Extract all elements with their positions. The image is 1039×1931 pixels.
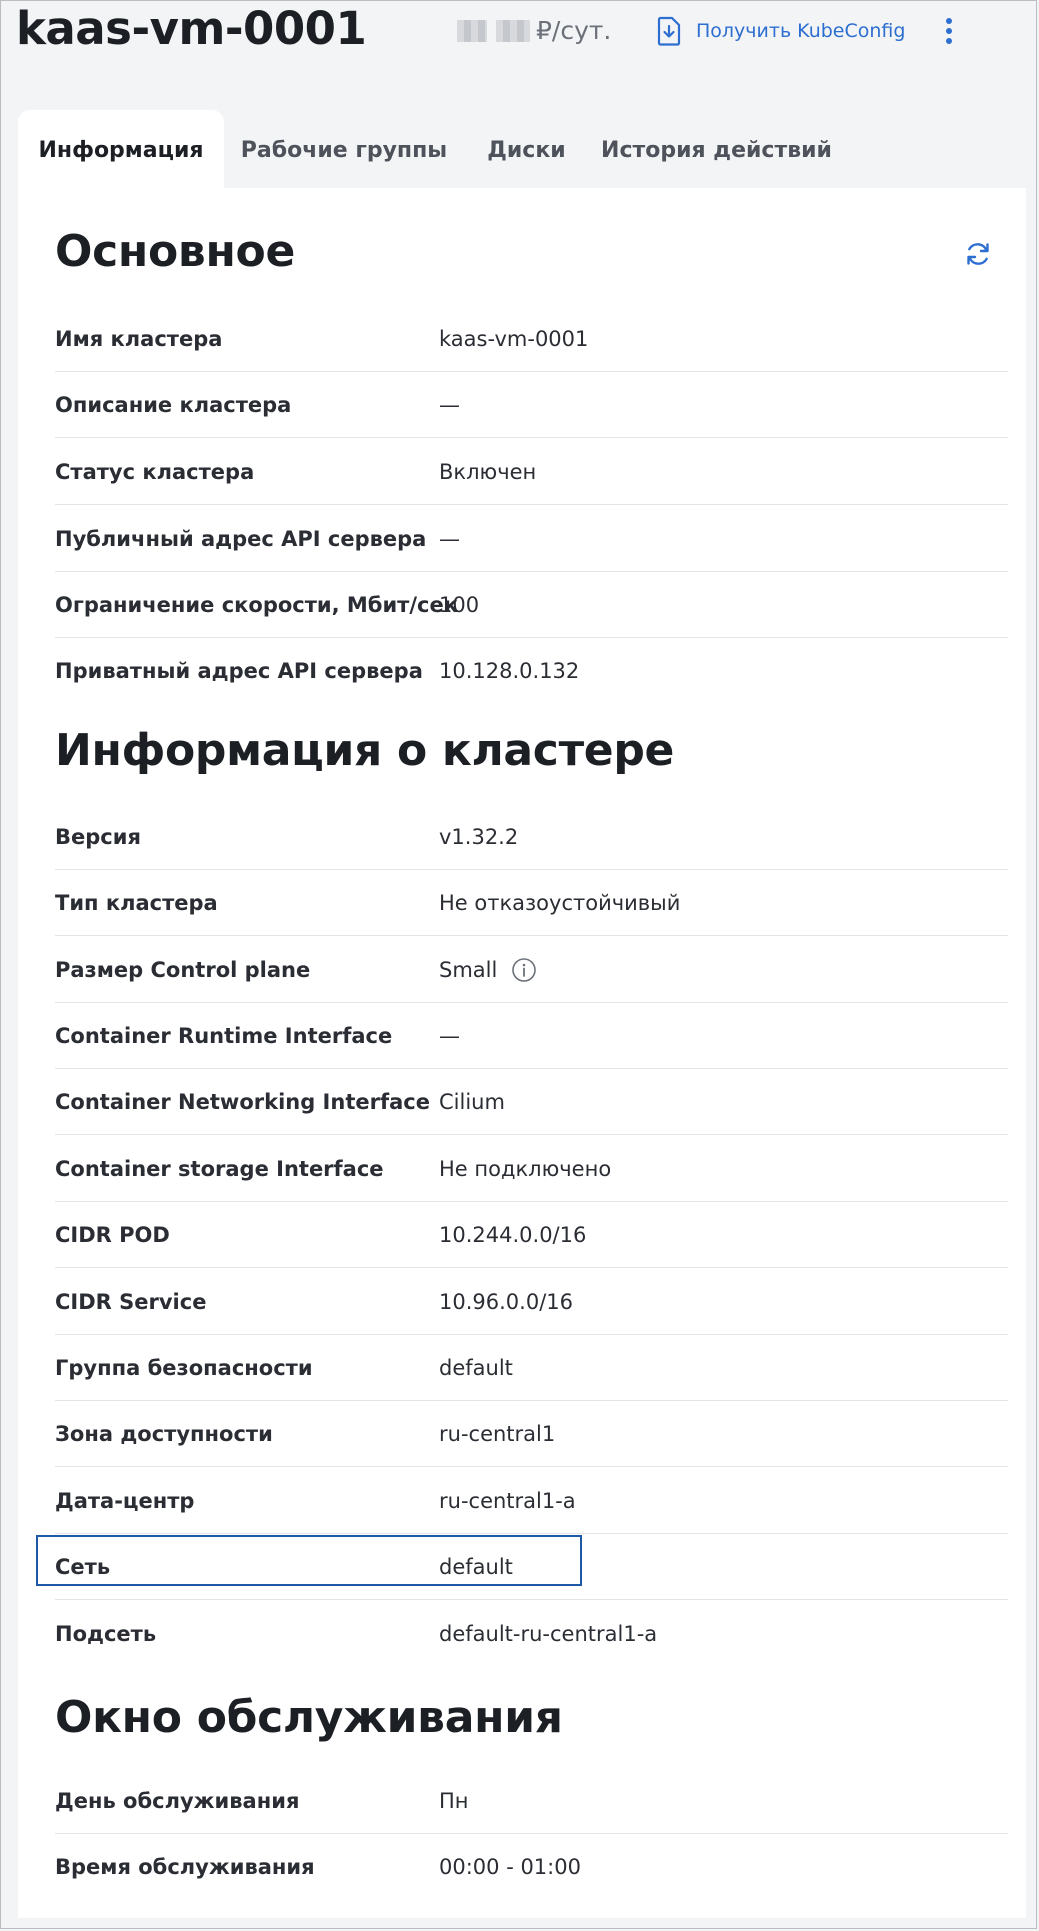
row-value: 10.96.0.0/16 <box>439 1290 573 1314</box>
row-label: CIDR Service <box>55 1290 207 1314</box>
refresh-icon[interactable] <box>963 239 993 269</box>
row-value: default <box>439 1555 513 1579</box>
row-cluster-name: Имя кластера kaas-vm-0001 <box>55 306 1008 372</box>
row-value: Не подключено <box>439 1157 612 1181</box>
section-title-cluster-info: Информация о кластере <box>55 725 675 776</box>
tab-information-label: Информация <box>38 137 204 163</box>
row-public-api-address: Публичный адрес API сервера — <box>55 506 1008 572</box>
row-label: Версия <box>55 825 141 849</box>
row-value: — <box>439 1024 460 1048</box>
tab-worker-groups[interactable]: Рабочие группы <box>224 110 464 190</box>
control-plane-size-value: Small <box>439 958 498 982</box>
row-label: День обслуживания <box>55 1789 300 1813</box>
row-label: Container Networking Interface <box>55 1090 430 1114</box>
row-label: Приватный адрес API сервера <box>55 659 423 683</box>
tab-worker-groups-label: Рабочие группы <box>240 137 448 163</box>
download-icon <box>657 16 681 46</box>
row-maintenance-time: Время обслуживания 00:00 - 01:00 <box>55 1834 1008 1900</box>
row-network[interactable]: Сеть default <box>36 1534 1008 1600</box>
row-speed-limit: Ограничение скорости, Мбит/сек 100 <box>55 572 1008 638</box>
row-value: — <box>439 393 460 417</box>
section-title-main: Основное <box>55 226 296 277</box>
price-display: ₽/сут. <box>457 16 611 45</box>
row-label: Container storage Interface <box>55 1157 384 1181</box>
row-value: v1.32.2 <box>439 825 519 849</box>
row-availability-zone: Зона доступности ru-central1 <box>55 1401 1008 1467</box>
row-label: Размер Control plane <box>55 958 311 982</box>
row-cri: Container Runtime Interface — <box>55 1003 1008 1069</box>
row-value: default <box>439 1356 513 1380</box>
row-csi: Container storage Interface Не подключен… <box>55 1136 1008 1202</box>
row-divider <box>55 935 1008 936</box>
row-divider <box>55 1267 1008 1268</box>
row-version: Версия v1.32.2 <box>55 804 1008 870</box>
row-security-group: Группа безопасности default <box>55 1335 1008 1401</box>
row-label: Ограничение скорости, Мбит/сек <box>55 593 458 617</box>
row-value: Small <box>439 937 537 1003</box>
row-value: ru-central1 <box>439 1422 556 1446</box>
page-header: kaas-vm-0001 ₽/сут. Получить KubeConfig <box>0 0 1039 70</box>
row-value: kaas-vm-0001 <box>439 327 589 351</box>
price-suffix: ₽/сут. <box>536 16 612 45</box>
row-cidr-pod: CIDR POD 10.244.0.0/16 <box>55 1202 1008 1268</box>
get-kubeconfig-label: Получить KubeConfig <box>696 20 906 42</box>
row-divider <box>55 1599 1008 1600</box>
row-value: 10.244.0.0/16 <box>439 1223 587 1247</box>
row-subnet: Подсеть default-ru-central1-a <box>55 1601 1008 1667</box>
cluster-title: kaas-vm-0001 <box>16 2 367 55</box>
row-divider <box>55 504 1008 505</box>
row-divider <box>55 1466 1008 1467</box>
row-cluster-type: Тип кластера Не отказоустойчивый <box>55 870 1008 936</box>
row-label: Тип кластера <box>55 891 218 915</box>
info-panel: Основное Имя кластера kaas-vm-0001 Описа… <box>18 188 1026 1918</box>
row-label: Дата-центр <box>55 1489 195 1513</box>
tab-action-history-label: История действий <box>601 137 832 163</box>
info-icon[interactable] <box>511 957 537 983</box>
row-label: Публичный адрес API сервера <box>55 527 427 551</box>
row-label: Подсеть <box>55 1622 157 1646</box>
tab-action-history[interactable]: История действий <box>589 110 844 190</box>
row-value: 00:00 - 01:00 <box>439 1855 581 1879</box>
row-value: — <box>439 527 460 551</box>
row-divider <box>55 1134 1008 1135</box>
row-divider <box>55 437 1008 438</box>
row-control-plane-size: Размер Control plane Small <box>55 937 1008 1003</box>
row-label: Container Runtime Interface <box>55 1024 393 1048</box>
row-label: Описание кластера <box>55 393 292 417</box>
row-label: Время обслуживания <box>55 1855 315 1879</box>
row-maintenance-day: День обслуживания Пн <box>55 1768 1008 1834</box>
row-label: Статус кластера <box>55 460 255 484</box>
row-label: Имя кластера <box>55 327 223 351</box>
more-vertical-icon[interactable] <box>935 14 963 48</box>
row-value: Пн <box>439 1789 469 1813</box>
row-label: Зона доступности <box>55 1422 273 1446</box>
row-label: Сеть <box>55 1555 111 1579</box>
tab-disks-label: Диски <box>487 137 566 163</box>
row-cluster-status: Статус кластера Включен <box>55 439 1008 505</box>
row-value: Включен <box>439 460 537 484</box>
price-redacted-1 <box>457 19 487 42</box>
row-value: ru-central1-a <box>439 1489 576 1513</box>
tab-information[interactable]: Информация <box>18 110 224 190</box>
row-value: Cilium <box>439 1090 505 1114</box>
row-value: Не отказоустойчивый <box>439 891 681 915</box>
tab-disks[interactable]: Диски <box>464 110 589 190</box>
row-value: default-ru-central1-a <box>439 1622 658 1646</box>
row-cidr-service: CIDR Service 10.96.0.0/16 <box>55 1269 1008 1335</box>
row-label: Группа безопасности <box>55 1356 313 1380</box>
row-datacenter: Дата-центр ru-central1-a <box>55 1468 1008 1534</box>
row-cluster-description: Описание кластера — <box>55 372 1008 438</box>
row-cni: Container Networking Interface Cilium <box>55 1069 1008 1135</box>
row-private-api-address: Приватный адрес API сервера 10.128.0.132 <box>55 638 1008 704</box>
row-label: CIDR POD <box>55 1223 170 1247</box>
tab-bar: Информация Рабочие группы Диски История … <box>18 110 844 190</box>
price-redacted-2 <box>496 19 530 42</box>
section-title-maintenance: Окно обслуживания <box>55 1692 563 1743</box>
get-kubeconfig-link[interactable]: Получить KubeConfig <box>656 16 905 46</box>
row-value: 100 <box>439 593 480 617</box>
row-value: 10.128.0.132 <box>439 659 580 683</box>
